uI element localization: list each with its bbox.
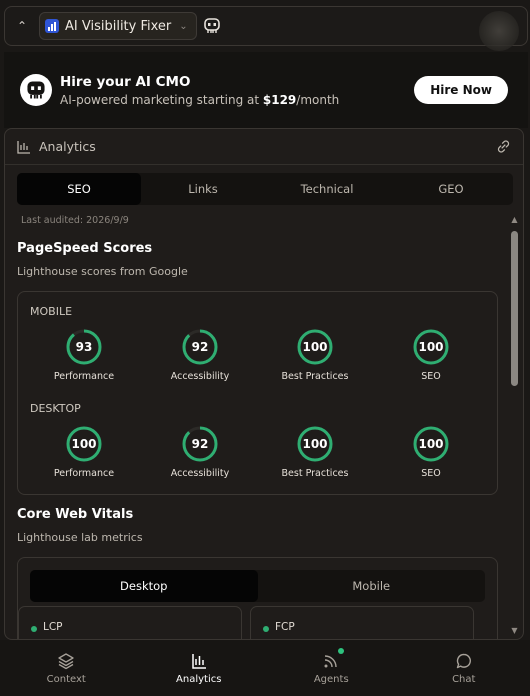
score-ring: 100	[412, 425, 450, 463]
chevron-down-icon: ⌄	[179, 20, 188, 32]
promo-subtitle: AI-powered marketing starting at $129/mo…	[60, 93, 339, 107]
score-value: 92	[191, 340, 209, 354]
scroll-up-arrow-icon[interactable]: ▲	[510, 215, 519, 224]
score-accessibility: 92 Accessibility	[155, 328, 245, 382]
nav-analytics[interactable]: Analytics	[133, 640, 266, 696]
score-value: 92	[191, 437, 209, 451]
robot-icon	[203, 18, 220, 33]
promo-sub-prefix: AI-powered marketing starting at	[60, 92, 263, 107]
nav-label: Analytics	[176, 673, 222, 685]
score-ring: 93	[65, 328, 103, 366]
scrollbar-thumb[interactable]	[511, 231, 518, 386]
score-best-practices: 100 Best Practices	[270, 328, 360, 382]
tab-desktop[interactable]: Desktop	[30, 570, 258, 602]
tab-mobile[interactable]: Mobile	[258, 570, 486, 602]
top-bar: ⌃ AI Visibility Fixer ⌄	[4, 6, 528, 51]
analytics-tabs: SEO Links Technical GEO	[17, 173, 513, 205]
link-icon[interactable]	[496, 139, 511, 154]
panel-title: Analytics	[39, 139, 96, 154]
status-dot	[31, 626, 37, 632]
promo-title: Hire your AI CMO	[60, 73, 191, 90]
score-ring: 92	[181, 328, 219, 366]
tab-technical[interactable]: Technical	[265, 173, 389, 205]
score-seo: 100 SEO	[386, 425, 476, 479]
layers-icon	[58, 652, 74, 669]
rss-icon	[324, 654, 337, 667]
nav-label: Agents	[313, 673, 349, 685]
metric-name: LCP	[43, 621, 63, 633]
chat-bubble-icon	[456, 653, 471, 668]
score-ring: 100	[296, 328, 334, 366]
score-label: SEO	[421, 371, 441, 382]
bottom-nav: Context Analytics Agents Chat	[0, 640, 530, 696]
score-ring: 100	[65, 425, 103, 463]
cwv-title: Core Web Vitals	[17, 507, 134, 522]
scroll-down-arrow-icon[interactable]: ▼	[510, 626, 519, 635]
nav-context[interactable]: Context	[0, 640, 133, 696]
metric-name: FCP	[275, 621, 295, 633]
promo-price: $129	[262, 92, 297, 107]
nav-label: Chat	[452, 673, 476, 685]
score-seo: 100 SEO	[386, 328, 476, 382]
score-value: 100	[418, 437, 444, 451]
score-label: Performance	[53, 371, 115, 382]
pagespeed-card: MOBILE 93 Performance 92 Accessibility 100 Be…	[17, 291, 498, 495]
metric-card-lcp: LCP	[18, 606, 242, 639]
nav-label: Context	[46, 673, 86, 685]
bar-chart-icon	[17, 140, 30, 154]
score-best-practices: 100 Best Practices	[270, 425, 360, 479]
app-selector[interactable]: AI Visibility Fixer ⌄	[39, 12, 197, 40]
score-ring: 100	[412, 328, 450, 366]
score-label: SEO	[421, 468, 441, 479]
nav-agents[interactable]: Agents	[265, 640, 398, 696]
tab-seo[interactable]: SEO	[17, 173, 141, 205]
score-label: Performance	[53, 468, 115, 479]
cwv-tabs: Desktop Mobile	[30, 570, 485, 602]
score-label: Best Practices	[281, 371, 349, 382]
scrollbar[interactable]: ▲ ▼	[510, 215, 519, 635]
analytics-panel: Analytics SEO Links Technical GEO Last a…	[4, 128, 524, 640]
bar-chart-icon	[192, 653, 206, 669]
collapse-chevron-icon[interactable]: ⌃	[5, 19, 39, 33]
panel-header: Analytics	[5, 129, 523, 165]
promo-banner: Hire your AI CMO AI-powered marketing st…	[4, 52, 528, 128]
tab-geo[interactable]: GEO	[389, 173, 513, 205]
tab-links[interactable]: Links	[141, 173, 265, 205]
score-value: 100	[302, 437, 328, 451]
score-value: 93	[75, 340, 93, 354]
analytics-content: Last audited: 2026/9/9 PageSpeed Scores …	[5, 211, 513, 639]
mobile-label: MOBILE	[30, 305, 73, 318]
robot-icon	[20, 74, 52, 106]
score-label: Accessibility	[170, 468, 230, 479]
cwv-subtitle: Lighthouse lab metrics	[17, 531, 143, 544]
hire-now-button[interactable]: Hire Now	[414, 76, 508, 104]
status-dot	[263, 626, 269, 632]
score-accessibility: 92 Accessibility	[155, 425, 245, 479]
rss-icon-wrap	[322, 647, 345, 670]
score-value: 100	[71, 437, 97, 451]
score-label: Best Practices	[281, 468, 349, 479]
last-audited: Last audited: 2026/9/9	[21, 215, 129, 226]
avatar[interactable]	[479, 11, 519, 51]
score-ring: 92	[181, 425, 219, 463]
pagespeed-title: PageSpeed Scores	[17, 241, 153, 256]
promo-sub-suffix: /month	[296, 92, 340, 107]
app-name: AI Visibility Fixer	[65, 18, 172, 34]
score-label: Accessibility	[170, 371, 230, 382]
metric-card-fcp: FCP	[250, 606, 474, 639]
notification-dot	[338, 647, 345, 654]
app-logo-icon	[45, 19, 59, 33]
nav-chat[interactable]: Chat	[398, 640, 530, 696]
desktop-label: DESKTOP	[30, 402, 81, 415]
score-value: 100	[418, 340, 444, 354]
score-ring: 100	[296, 425, 334, 463]
score-value: 100	[302, 340, 328, 354]
pagespeed-subtitle: Lighthouse scores from Google	[17, 265, 188, 278]
cwv-card: Desktop Mobile LCP FCP	[17, 557, 498, 639]
score-performance: 100 Performance	[39, 425, 129, 479]
score-performance: 93 Performance	[39, 328, 129, 382]
